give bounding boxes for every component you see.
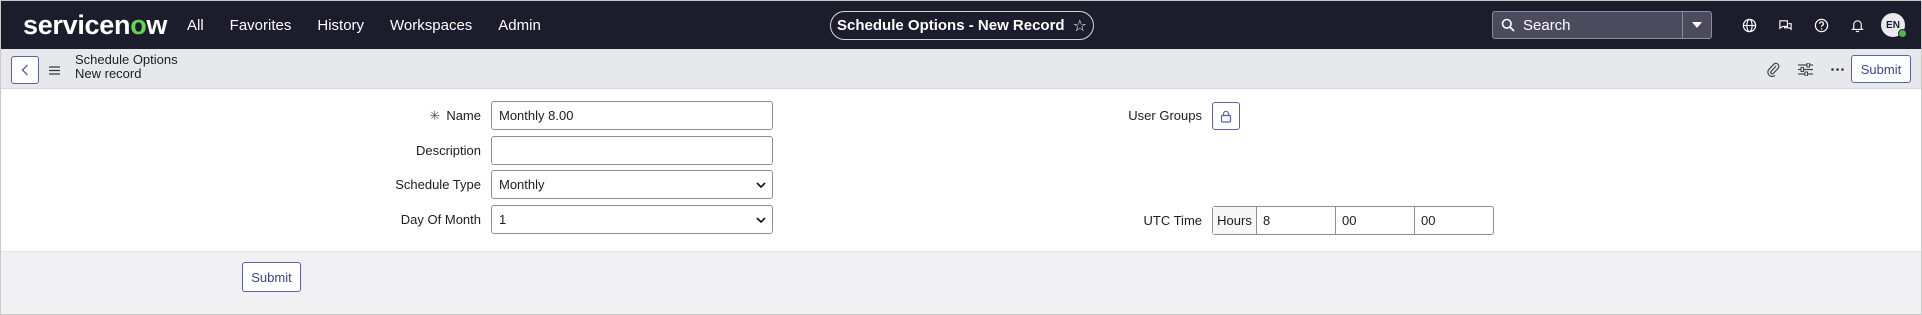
table-name: Schedule Options <box>75 52 178 67</box>
form-context-menu-icon[interactable] <box>49 62 60 80</box>
name-label: ✳ Name <box>421 108 481 124</box>
nav-item-workspaces[interactable]: Workspaces <box>390 17 472 34</box>
schedule-type-select[interactable]: Monthly <box>491 170 773 199</box>
record-state: New record <box>75 66 142 81</box>
nav-item-favorites[interactable]: Favorites <box>230 17 292 34</box>
submit-button-bottom[interactable]: Submit <box>242 262 301 292</box>
settings-sliders-icon[interactable] <box>1789 55 1821 83</box>
globe-icon[interactable] <box>1731 7 1767 43</box>
day-of-month-value: 1 <box>499 212 507 227</box>
name-label-text: Name <box>446 108 481 123</box>
name-input-value: Monthly 8.00 <box>499 108 574 123</box>
back-button[interactable] <box>11 56 39 84</box>
nav-item-admin[interactable]: Admin <box>498 17 541 34</box>
more-icon[interactable] <box>1821 55 1853 83</box>
user-groups-label: User Groups <box>1128 108 1202 123</box>
search-scope-dropdown[interactable] <box>1682 12 1711 38</box>
nav-item-history[interactable]: History <box>317 17 364 34</box>
global-search[interactable]: Search <box>1492 11 1712 39</box>
search-placeholder: Search <box>1523 16 1571 34</box>
utc-minutes-input[interactable]: 00 <box>1336 207 1415 234</box>
utc-time-field: Hours 8 00 00 <box>1212 206 1494 235</box>
day-of-month-label: Day Of Month <box>400 212 481 227</box>
bell-icon[interactable] <box>1839 7 1875 43</box>
day-of-month-select[interactable]: 1 <box>491 205 773 234</box>
avatar-initials: EN <box>1886 19 1900 31</box>
chevron-down-icon <box>756 181 766 188</box>
search-icon <box>1493 18 1523 32</box>
form-title: Schedule Options New record <box>75 53 178 81</box>
paperclip-icon[interactable] <box>1757 55 1789 83</box>
description-label: Description <box>415 143 481 158</box>
lock-icon <box>1220 110 1232 123</box>
servicenow-logo[interactable]: servicenow <box>23 10 167 41</box>
schedule-type-value: Monthly <box>499 177 545 192</box>
utc-hours-input[interactable]: 8 <box>1257 207 1336 234</box>
favorite-star-icon[interactable]: ☆ <box>1073 16 1087 36</box>
name-input[interactable]: Monthly 8.00 <box>491 101 773 130</box>
nav-icon-group <box>1731 1 1875 49</box>
chevron-down-icon <box>756 216 766 223</box>
nav-item-all[interactable]: All <box>187 17 204 34</box>
chevron-left-icon <box>21 64 28 76</box>
main-menu: All Favorites History Workspaces Admin <box>187 1 567 49</box>
utc-seconds-input[interactable]: 00 <box>1415 207 1493 234</box>
hours-unit-label: Hours <box>1213 207 1257 234</box>
unlock-user-groups-button[interactable] <box>1212 102 1240 130</box>
form-header-bar: Schedule Options New record Submit <box>1 49 1921 89</box>
logo-text-suffix: w <box>146 10 168 40</box>
chat-icon[interactable] <box>1767 7 1803 43</box>
form-toolbar-icons <box>1757 55 1853 83</box>
presence-status-dot <box>1898 29 1907 38</box>
avatar[interactable]: EN <box>1881 13 1907 38</box>
form-body: ✳ Name Monthly 8.00 Description Schedule … <box>1 89 1921 252</box>
required-asterisk-icon: ✳ <box>429 108 441 123</box>
schedule-type-label: Schedule Type <box>395 177 481 192</box>
record-title: Schedule Options - New Record <box>837 17 1065 34</box>
submit-button-top[interactable]: Submit <box>1851 55 1911 83</box>
description-input[interactable] <box>491 136 773 165</box>
top-nav: servicenow All Favorites History Workspa… <box>1 1 1921 49</box>
record-title-pill[interactable]: Schedule Options - New Record ☆ <box>830 11 1094 40</box>
logo-text-prefix: servicen <box>23 10 131 40</box>
utc-time-label: UTC Time <box>1143 213 1203 228</box>
help-icon[interactable] <box>1803 7 1839 43</box>
caret-down-icon <box>1692 22 1702 28</box>
logo-text-o: o <box>130 10 147 40</box>
